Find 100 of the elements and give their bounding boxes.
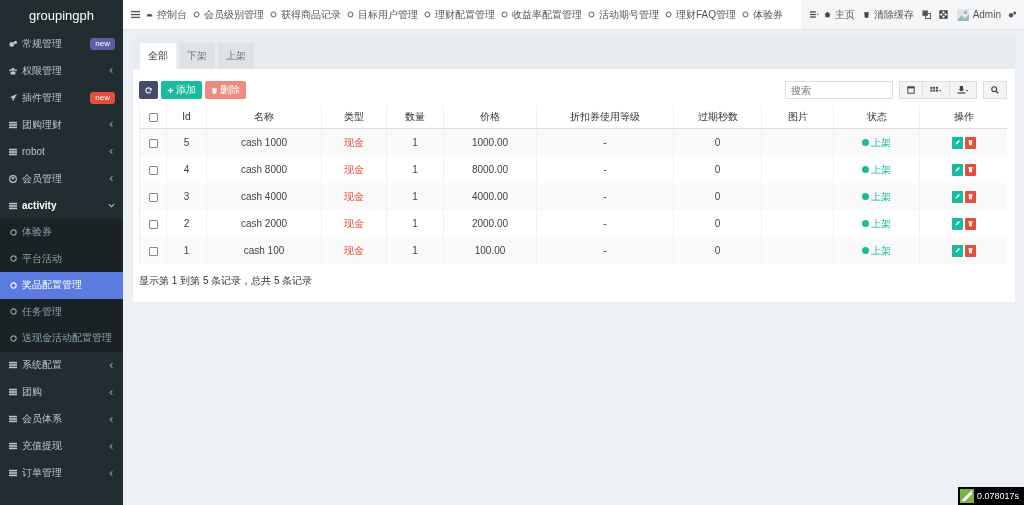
column-header: 折扣券使用等级 (570, 110, 640, 122)
table-icon (907, 86, 915, 94)
brand-logo[interactable]: groupingph (28, 7, 95, 23)
gears-icon (9, 39, 17, 48)
new-badge: new (90, 91, 115, 104)
trash-icon (966, 247, 974, 254)
menu-dropdown-icon[interactable] (809, 10, 819, 19)
dashboard-icon (146, 11, 153, 18)
sidebar-item[interactable]: 充值提现 (0, 432, 123, 460)
columns-button[interactable] (922, 81, 950, 99)
nav-tab[interactable]: 获得商品记录 (267, 7, 344, 22)
trash-icon (966, 220, 974, 227)
circle-icon (10, 334, 17, 342)
circle-icon (10, 281, 17, 289)
gears-icon[interactable] (1008, 10, 1017, 19)
type-label: 现金 (344, 244, 364, 256)
table-cell: - (603, 137, 607, 148)
delete-row-button[interactable] (964, 217, 976, 230)
delete-row-button[interactable] (964, 190, 976, 203)
nav-tab[interactable]: 活动期号管理 (585, 7, 662, 22)
edit-button[interactable] (951, 244, 963, 257)
toggle-view-button[interactable] (899, 81, 923, 99)
filter-tab[interactable]: 上架 (218, 43, 254, 69)
sidebar-item[interactable]: 系统配置 (0, 351, 123, 379)
column-header: 价格 (480, 110, 500, 122)
submenu-item[interactable]: 奖品配置管理 (0, 272, 123, 299)
delete-row-button[interactable] (964, 136, 976, 149)
sidebar-item[interactable]: 插件管理 new (0, 84, 123, 111)
edit-button[interactable] (951, 217, 963, 230)
status-label: 上架 (871, 189, 891, 204)
trash-icon (966, 166, 974, 173)
delete-row-button[interactable] (964, 163, 976, 176)
table-cell: - (603, 245, 607, 256)
circle-icon (193, 11, 200, 18)
column-header: 类型 (344, 110, 364, 122)
export-button[interactable] (949, 81, 977, 99)
row-checkbox[interactable] (148, 246, 158, 256)
sidebar-item[interactable]: 订单管理 (0, 459, 123, 487)
caret-left-icon (108, 442, 115, 450)
avatar-image[interactable] (956, 8, 969, 21)
table-cell: - (603, 191, 607, 202)
sidebar-item[interactable]: 团购 (0, 378, 123, 406)
sidebar-item[interactable]: activity (0, 192, 123, 219)
edit-button[interactable] (951, 136, 963, 149)
nav-tab[interactable]: 体验券 (739, 7, 786, 22)
clear-cache-link[interactable]: 清除缓存 (859, 7, 917, 22)
table-cell: 3 (183, 191, 190, 202)
sidebar-item[interactable]: 会员管理 (0, 165, 123, 192)
submenu-item[interactable]: 送现金活动配置管理 (0, 325, 123, 352)
submenu-item[interactable]: 任务管理 (0, 298, 123, 325)
row-checkbox[interactable] (148, 138, 158, 148)
nav-tab[interactable]: 会员级别管理 (190, 7, 267, 22)
caret-left-icon (108, 415, 115, 423)
sidebar-item[interactable]: 团购理财 (0, 111, 123, 138)
row-checkbox[interactable] (148, 165, 158, 175)
submenu-item[interactable]: 平台活动 (0, 245, 123, 272)
load-time-badge: 0.078017s (957, 487, 1024, 505)
search-button[interactable] (983, 81, 1007, 99)
submenu-item[interactable]: 体验券 (0, 219, 123, 246)
table-cell: 2 (183, 218, 190, 229)
filter-tab[interactable]: 全部 (140, 43, 176, 69)
home-link[interactable]: 主页 (823, 7, 858, 22)
caret-left-icon (108, 121, 115, 128)
refresh-button[interactable] (139, 81, 158, 99)
table-cell: - (603, 164, 607, 175)
table-cell: 0 (714, 218, 721, 229)
caret-left-icon (108, 148, 115, 155)
column-header: 数量 (405, 110, 425, 122)
fullscreen-icon[interactable] (938, 10, 948, 19)
table-cell: 8000.00 (471, 164, 509, 175)
circle-icon (10, 308, 17, 316)
column-header: 操作 (953, 110, 974, 122)
select-all-checkbox[interactable] (148, 112, 158, 122)
edit-button[interactable] (951, 163, 963, 176)
search-field[interactable]: 搜索 (785, 81, 893, 99)
delete-row-button[interactable] (964, 244, 976, 257)
translate-icon[interactable] (921, 10, 931, 19)
nav-tab[interactable]: 控制台 (146, 7, 190, 22)
caret-left-icon (108, 67, 115, 74)
trash-icon (966, 139, 974, 146)
rocket-icon (9, 93, 17, 102)
nav-tab[interactable]: 收益率配置管理 (498, 7, 585, 22)
list-icon (9, 361, 17, 369)
row-checkbox[interactable] (148, 219, 158, 229)
sidebar-item[interactable]: robot (0, 138, 123, 165)
row-checkbox[interactable] (148, 192, 158, 202)
circle-icon (501, 11, 508, 18)
table-cell: 1 (183, 245, 190, 256)
filter-tab[interactable]: 下架 (179, 43, 215, 69)
nav-tab[interactable]: 目标用户管理 (344, 7, 421, 22)
status-label: 上架 (871, 243, 891, 258)
nav-tab[interactable]: 理财配置管理 (421, 7, 498, 22)
edit-button[interactable] (951, 190, 963, 203)
user-name[interactable]: Admin (972, 9, 1001, 20)
table-cell: cash 8000 (240, 164, 288, 175)
nav-tab[interactable]: 理财FAQ管理 (662, 7, 739, 22)
sidebar-item[interactable]: 会员体系 (0, 405, 123, 433)
menu-icon[interactable] (131, 10, 140, 19)
sidebar-item[interactable]: 常规管理 new (0, 30, 123, 57)
sidebar-item[interactable]: 权限管理 (0, 57, 123, 84)
